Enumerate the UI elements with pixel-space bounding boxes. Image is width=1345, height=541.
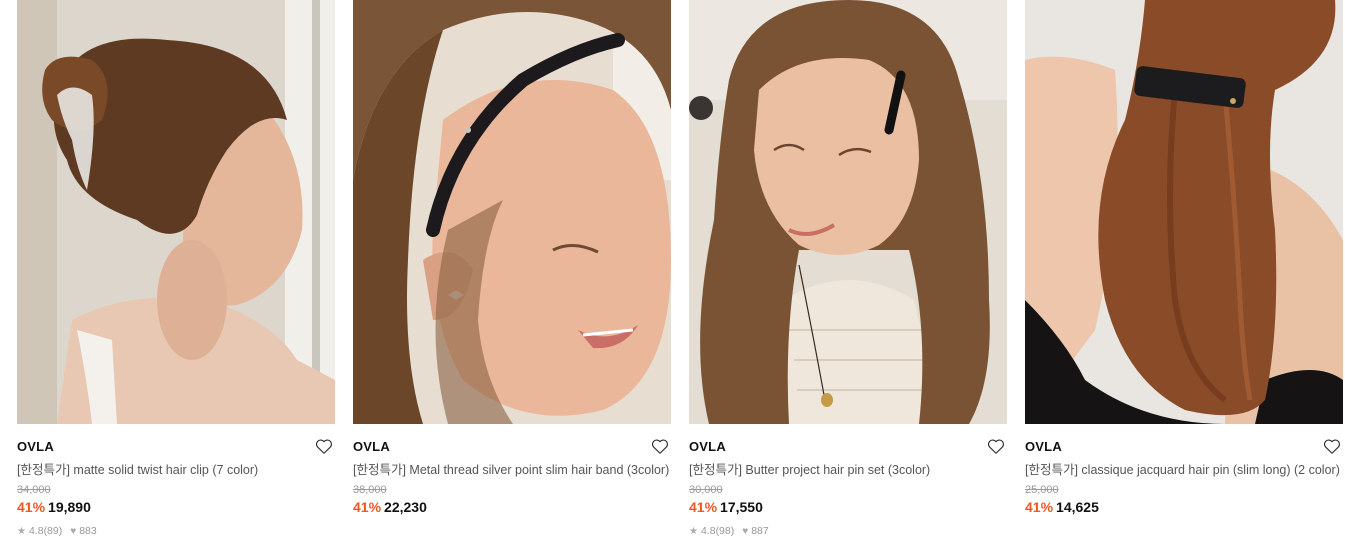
product-image[interactable] xyxy=(353,0,671,424)
product-card[interactable]: OVLA [한정특가] matte solid twist hair clip … xyxy=(17,0,335,539)
sale-price: 17,550 xyxy=(720,499,763,515)
likes-count: 887 xyxy=(751,525,769,537)
product-photo xyxy=(17,0,335,424)
brand-name[interactable]: OVLA xyxy=(689,438,1007,456)
rating: 4.8(98) xyxy=(700,525,735,537)
discount-rate: 41% xyxy=(17,499,46,515)
product-photo xyxy=(689,0,1007,424)
heart-filled-icon: ♥ xyxy=(742,526,749,537)
brand-name[interactable]: OVLA xyxy=(353,438,671,456)
discount-rate: 41% xyxy=(1025,499,1054,515)
heart-outline-icon[interactable] xyxy=(987,438,1005,455)
original-price: 25,000 xyxy=(1025,484,1059,496)
heart-filled-icon: ♥ xyxy=(70,526,77,537)
product-photo xyxy=(1025,0,1343,424)
brand-name[interactable]: OVLA xyxy=(1025,438,1343,456)
heart-outline-icon[interactable] xyxy=(1323,438,1341,455)
star-icon: ★ xyxy=(689,526,698,537)
review-meta: ★ 4.8(98) ♥ 887 xyxy=(689,524,1007,539)
price-row: 41% 17,550 xyxy=(689,498,1007,516)
product-image[interactable] xyxy=(689,0,1007,424)
heart-outline-icon[interactable] xyxy=(315,438,333,455)
star-icon: ★ xyxy=(17,526,26,537)
rating: 4.8(89) xyxy=(28,525,63,537)
price-row: 41% 22,230 xyxy=(353,498,671,516)
product-name[interactable]: [한정특가] classique jacquard hair pin (slim… xyxy=(1025,461,1343,479)
product-name[interactable]: [한정특가] Metal thread silver point slim ha… xyxy=(353,461,671,479)
review-meta: ★ 4.8(89) ♥ 883 xyxy=(17,524,335,539)
sale-price: 14,625 xyxy=(1056,499,1099,515)
price-row: 41% 19,890 xyxy=(17,498,335,516)
heart-outline-icon[interactable] xyxy=(651,438,669,455)
price-row: 41% 14,625 xyxy=(1025,498,1343,516)
original-price: 30,000 xyxy=(689,484,723,496)
original-price: 38,000 xyxy=(353,484,387,496)
product-card[interactable]: OVLA [한정특가] classique jacquard hair pin … xyxy=(1025,0,1343,516)
sale-price: 19,890 xyxy=(48,499,91,515)
product-image[interactable] xyxy=(17,0,335,424)
product-photo xyxy=(353,0,671,424)
brand-name[interactable]: OVLA xyxy=(17,438,335,456)
sale-price: 22,230 xyxy=(384,499,427,515)
product-image[interactable] xyxy=(1025,0,1343,424)
product-name[interactable]: [한정특가] matte solid twist hair clip (7 co… xyxy=(17,461,335,479)
product-name[interactable]: [한정특가] Butter project hair pin set (3col… xyxy=(689,461,1007,479)
original-price: 34,000 xyxy=(17,484,51,496)
product-card[interactable]: OVLA [한정특가] Butter project hair pin set … xyxy=(689,0,1007,539)
product-card[interactable]: OVLA [한정특가] Metal thread silver point sl… xyxy=(353,0,671,516)
likes-count: 883 xyxy=(79,525,97,537)
discount-rate: 41% xyxy=(689,499,718,515)
discount-rate: 41% xyxy=(353,499,382,515)
